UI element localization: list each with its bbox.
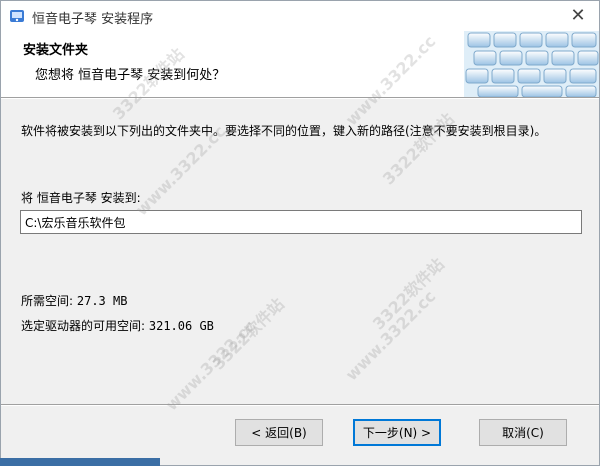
available-space-label: 选定驱动器的可用空间: (21, 319, 146, 333)
installer-window: 恒音电子琴 安装程序 ✕ 安装文件夹 您想将 恒音电子琴 安装到何处？ 软件将被… (0, 0, 600, 466)
watermark: 3322软件站 (378, 109, 458, 189)
close-button[interactable]: ✕ (567, 5, 589, 27)
footer-divider (1, 404, 599, 406)
header-title: 安装文件夹 (23, 43, 89, 58)
available-space-value: 321.06 GB (148, 319, 214, 333)
cancel-button[interactable]: 取消(C) (479, 419, 567, 446)
install-path-input[interactable] (20, 210, 582, 234)
watermark: 3322软件站 (368, 254, 448, 334)
required-space-row: 所需空间: 27.3 MB (21, 292, 127, 309)
description-text: 软件将被安装到以下列出的文件夹中。要选择不同的位置，键入新的路径(注意不要安装到… (21, 124, 547, 138)
back-button[interactable]: < 返回(B) (235, 419, 323, 446)
watermark: 3322软件站 (208, 294, 288, 374)
background-taskbar-strip (0, 458, 160, 466)
installer-icon (10, 10, 24, 22)
watermark: www.3322.cc (341, 286, 440, 385)
keyboard-keys-icon (464, 31, 599, 97)
title-bar[interactable]: 恒音电子琴 安装程序 ✕ (1, 1, 599, 31)
wizard-header: 安装文件夹 您想将 恒音电子琴 安装到何处？ (1, 31, 599, 97)
required-space-label: 所需空间: (21, 294, 74, 308)
window-title: 恒音电子琴 安装程序 (32, 12, 154, 27)
next-button[interactable]: 下一步(N) > (353, 419, 441, 446)
header-subtitle: 您想将 恒音电子琴 安装到何处？ (35, 68, 226, 83)
available-space-row: 选定驱动器的可用空间: 321.06 GB (21, 317, 214, 334)
install-folder-label: 将 恒音电子琴 安装到: (21, 191, 141, 205)
required-space-value: 27.3 MB (76, 294, 128, 308)
header-divider (1, 97, 599, 99)
